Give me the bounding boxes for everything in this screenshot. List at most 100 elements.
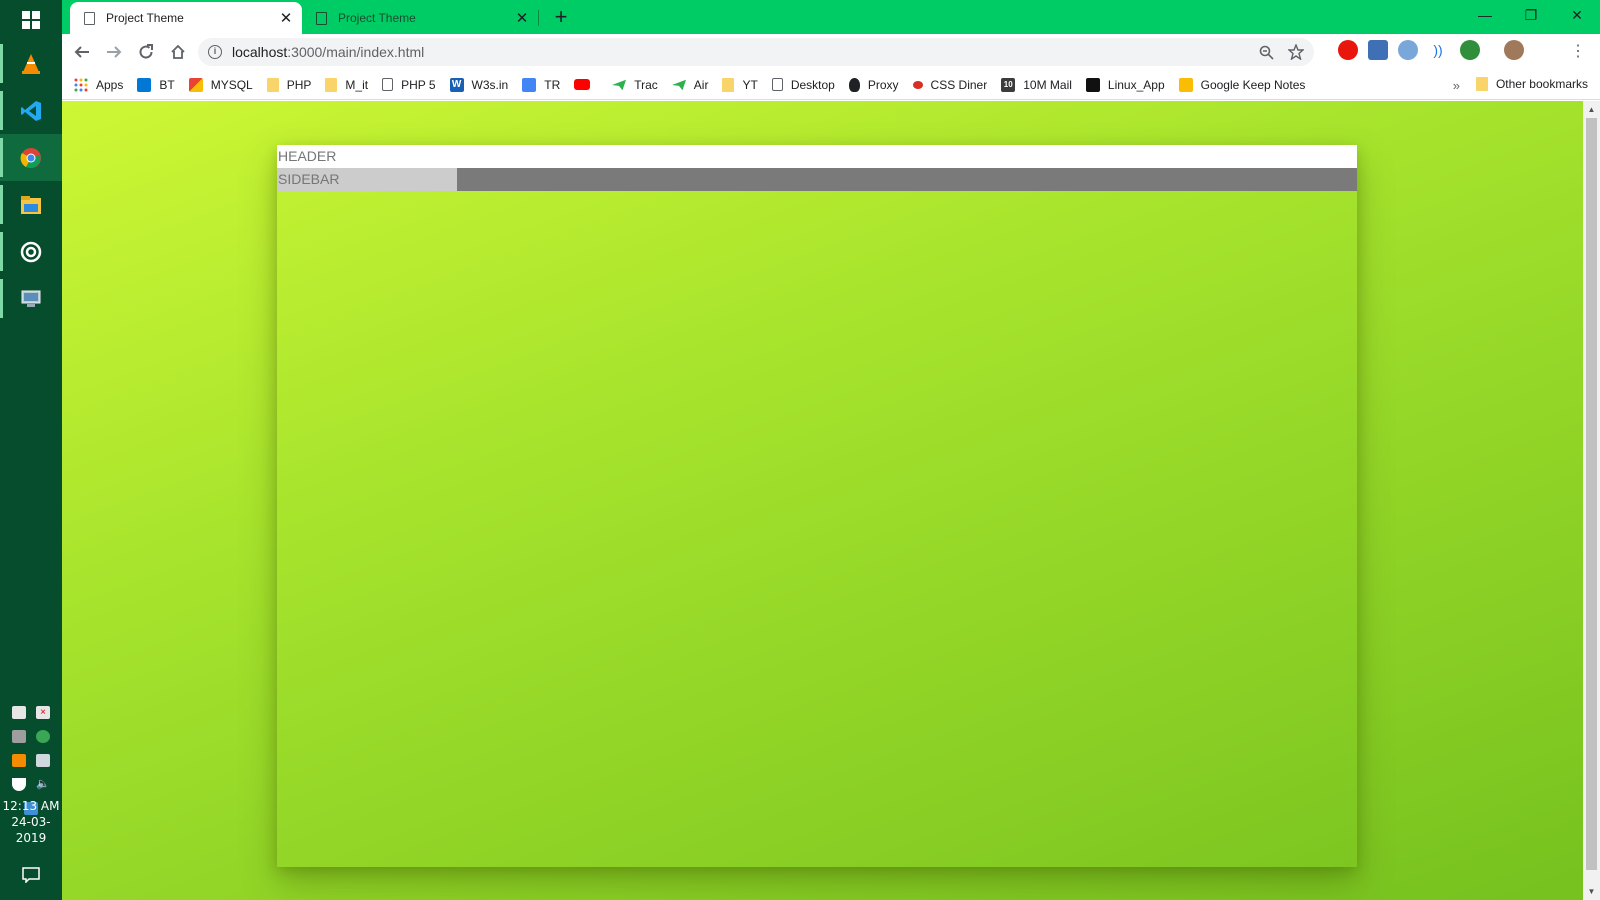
menu-kebab-icon[interactable]: ⋮ <box>1570 42 1586 62</box>
page-icon <box>84 11 95 25</box>
gmail-icon <box>188 77 203 92</box>
vlc-tray-icon[interactable] <box>12 753 26 767</box>
volume-icon[interactable]: 🔈 <box>36 778 50 791</box>
taskbar-remote-desktop[interactable] <box>0 275 62 322</box>
bookmark-apps[interactable]: Apps <box>74 78 123 92</box>
remote-desktop-icon <box>21 290 41 307</box>
reload-button[interactable] <box>130 36 162 68</box>
opera-extension-icon[interactable] <box>1338 40 1358 60</box>
taskbar-target-app[interactable] <box>0 228 62 275</box>
bookmark-tr[interactable]: TR <box>522 77 560 92</box>
bookmark-desktop[interactable]: Desktop <box>771 78 835 92</box>
extension-icon[interactable] <box>1398 40 1418 60</box>
bookmark-yt[interactable]: YT <box>722 77 758 92</box>
bookmark-bt[interactable]: BT <box>137 77 175 92</box>
bookmark-label: YT <box>742 77 758 92</box>
tab-strip: Project Theme ✕ Project Theme ✕ + — ❐ ✕ <box>62 0 1600 34</box>
bookmark-trac[interactable]: Trac <box>612 78 658 92</box>
globe-extension-icon[interactable] <box>1460 40 1480 60</box>
other-bookmarks[interactable]: Other bookmarks <box>1475 77 1588 91</box>
display-icon[interactable] <box>36 753 50 767</box>
bookmark-linux-app[interactable]: Linux_App <box>1085 77 1165 92</box>
action-center-button[interactable] <box>0 860 62 890</box>
clock-time: 12:13 AM <box>2 799 60 813</box>
page-icon <box>382 78 394 91</box>
close-tab-icon[interactable]: ✕ <box>274 9 298 27</box>
bookmark-mysql[interactable]: MYSQL <box>188 77 253 92</box>
vscode-icon <box>21 100 41 121</box>
minimize-icon[interactable]: — <box>1462 0 1508 30</box>
target-app-icon <box>20 241 42 262</box>
windows-start-button[interactable] <box>0 0 62 40</box>
tab-project-theme[interactable]: Project Theme ✕ <box>302 2 538 34</box>
save-extension-icon[interactable] <box>1368 40 1388 60</box>
windows-taskbar: × 🔈 12:13 AM 24-03-2019 <box>0 0 62 900</box>
page-icon <box>316 11 327 25</box>
bookmark-label: BT <box>159 77 175 92</box>
vertical-scrollbar[interactable]: ▲ ▼ <box>1583 101 1600 900</box>
wifi-extension-icon[interactable]: )) <box>1428 40 1448 60</box>
bookmark-air[interactable]: Air <box>671 78 708 92</box>
network-off-icon[interactable]: × <box>36 705 50 719</box>
zoom-icon[interactable] <box>1259 45 1274 60</box>
terminal-icon <box>1085 77 1100 92</box>
page-icon <box>771 78 783 91</box>
tab-title: Project Theme <box>338 11 416 25</box>
bookmark-php5[interactable]: PHP 5 <box>382 77 436 92</box>
battery-icon[interactable] <box>12 705 26 719</box>
bookmark-label: PHP 5 <box>401 77 436 92</box>
arrow-left-icon <box>74 46 89 58</box>
bookmark-w3s[interactable]: W W3s.in <box>449 77 508 92</box>
taskbar-chrome[interactable] <box>0 134 62 181</box>
site-info-icon[interactable]: i <box>208 45 222 59</box>
tab-title: Project Theme <box>106 11 184 25</box>
restore-icon[interactable]: ❐ <box>1508 0 1554 30</box>
star-bookmark-icon[interactable] <box>1288 44 1304 60</box>
bookmark-label: Linux_App <box>1107 77 1165 92</box>
more-bookmarks-button[interactable]: » <box>1453 78 1460 93</box>
folder-icon <box>266 77 279 92</box>
page-viewport: HEADER SIDEBAR ▲ ▼ <box>62 101 1600 900</box>
scroll-down-arrow-icon[interactable]: ▼ <box>1583 883 1600 900</box>
monitor-icon[interactable] <box>12 729 26 743</box>
taskbar-file-explorer[interactable] <box>0 181 62 228</box>
clock-date: 24-03-2019 <box>11 815 51 845</box>
close-window-icon[interactable]: ✕ <box>1554 0 1600 30</box>
bookmark-label: Apps <box>96 77 124 92</box>
close-tab-icon[interactable]: ✕ <box>510 9 534 27</box>
taskbar-vscode[interactable] <box>0 87 62 134</box>
bookmark-label: 10M Mail <box>1023 77 1072 92</box>
arrow-right-icon <box>107 46 122 58</box>
forward-button[interactable] <box>98 36 130 68</box>
new-tab-button[interactable]: + <box>549 6 573 30</box>
other-bookmarks-label: Other bookmarks <box>1495 77 1588 91</box>
bookmark-label: M_it <box>345 77 369 92</box>
bookmarks-bar: Apps BT MYSQL PHP M_it PHP 5 W W3s.in TR <box>62 70 1600 100</box>
folder-icon <box>1475 77 1488 91</box>
tab-project-theme-active[interactable]: Project Theme ✕ <box>70 2 302 34</box>
scroll-up-arrow-icon[interactable]: ▲ <box>1583 101 1600 118</box>
bookmark-proxy[interactable]: Proxy <box>848 77 899 92</box>
scroll-thumb[interactable] <box>1586 118 1597 870</box>
back-button[interactable] <box>66 36 98 68</box>
home-button[interactable] <box>162 36 194 68</box>
shield-icon[interactable] <box>12 777 26 791</box>
taskbar-vlc[interactable] <box>0 40 62 87</box>
tab-separator <box>538 10 539 26</box>
bt-icon <box>137 77 152 92</box>
bookmark-10m-mail[interactable]: 10 10M Mail <box>1001 77 1072 92</box>
bookmark-m-it[interactable]: M_it <box>325 77 369 92</box>
bookmark-label: Trac <box>634 77 658 92</box>
chrome-browser-window: Project Theme ✕ Project Theme ✕ + — ❐ ✕ <box>62 0 1600 900</box>
bookmark-google-keep[interactable]: Google Keep Notes <box>1178 77 1305 92</box>
taskbar-clock[interactable]: 12:13 AM 24-03-2019 <box>0 798 62 846</box>
globe-icon[interactable] <box>36 729 50 743</box>
bookmark-youtube[interactable] <box>574 79 598 90</box>
profile-avatar[interactable] <box>1504 40 1524 60</box>
keep-icon <box>1178 77 1193 92</box>
bookmark-css-diner[interactable]: CSS Diner <box>912 78 987 92</box>
page-body-row: SIDEBAR <box>277 168 1357 191</box>
bookmark-php[interactable]: PHP <box>266 77 311 92</box>
send-icon <box>671 79 686 90</box>
address-bar[interactable]: i localhost:3000/main/index.html <box>198 38 1314 66</box>
